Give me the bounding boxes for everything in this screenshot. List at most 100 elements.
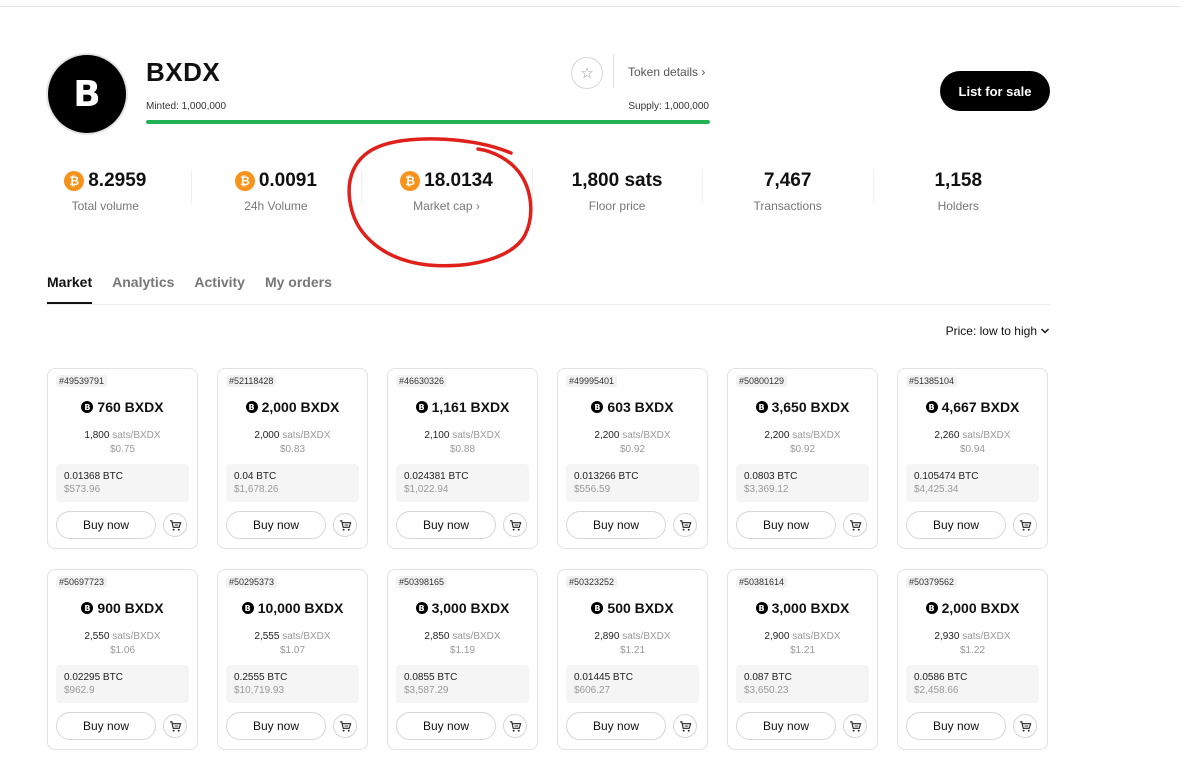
add-to-cart-button[interactable] bbox=[843, 714, 867, 738]
total-price-btc: 0.087 BTC bbox=[744, 672, 792, 683]
amount-text: 2,000 BXDX bbox=[261, 399, 340, 415]
buy-now-button[interactable]: Buy now bbox=[396, 712, 496, 740]
add-to-cart-button[interactable] bbox=[673, 513, 697, 537]
buy-now-button[interactable]: Buy now bbox=[736, 511, 836, 539]
buy-now-button[interactable]: Buy now bbox=[226, 712, 326, 740]
sort-dropdown[interactable]: Price: low to high bbox=[946, 324, 1050, 338]
buy-now-button[interactable]: Buy now bbox=[906, 511, 1006, 539]
inscription-id[interactable]: #50323252 bbox=[566, 576, 618, 588]
tab-activity[interactable]: Activity bbox=[194, 274, 245, 304]
amount-text: 3,650 BXDX bbox=[771, 399, 850, 415]
token-icon: B bbox=[925, 401, 938, 413]
unit-label: sats/BXDX bbox=[792, 430, 841, 441]
buy-now-button[interactable]: Buy now bbox=[56, 712, 156, 740]
total-price-btc: 0.0855 BTC bbox=[404, 672, 458, 683]
buy-now-button[interactable]: Buy now bbox=[226, 511, 326, 539]
buy-now-button[interactable]: Buy now bbox=[566, 511, 666, 539]
inscription-id[interactable]: #50379562 bbox=[906, 576, 958, 588]
listing-card[interactable]: #50697723 B 900 BXDX 2,550 sats/BXDX $1.06 0.… bbox=[47, 569, 198, 750]
add-to-cart-button[interactable] bbox=[1013, 513, 1037, 537]
bitcoin-icon: ₿ bbox=[234, 171, 255, 191]
buy-now-button[interactable]: Buy now bbox=[736, 712, 836, 740]
total-price-btc: 0.0803 BTC bbox=[744, 471, 798, 482]
unit-price: 1,800 sats/BXDX bbox=[48, 430, 197, 441]
amount-text: 1,161 BXDX bbox=[431, 399, 510, 415]
stat-label: Transactions bbox=[753, 199, 822, 213]
cart-icon bbox=[1019, 519, 1031, 531]
add-to-cart-button[interactable] bbox=[163, 714, 187, 738]
stat-value-text: 18.0134 bbox=[424, 170, 493, 191]
token-details-link[interactable]: Token details › bbox=[628, 65, 705, 79]
stat-value: 7,467 bbox=[702, 168, 873, 194]
unit-price-usd: $0.92 bbox=[619, 444, 646, 455]
total-price-btc: 0.01445 BTC bbox=[574, 672, 633, 683]
mint-progress-fill bbox=[146, 120, 710, 124]
unit-label: sats/BXDX bbox=[792, 631, 841, 642]
buy-now-button[interactable]: Buy now bbox=[566, 712, 666, 740]
buy-now-button[interactable]: Buy now bbox=[396, 511, 496, 539]
stat-2[interactable]: ₿ 18.0134 Market cap › bbox=[361, 168, 532, 214]
total-price-box: 0.024381 BTC $1,022.94 bbox=[396, 464, 529, 502]
cart-icon bbox=[169, 519, 181, 531]
listing-card[interactable]: #52118428 B 2,000 BXDX 2,000 sats/BXDX $0.83… bbox=[217, 368, 368, 549]
stat-label: Market cap › bbox=[413, 199, 480, 213]
list-for-sale-button[interactable]: List for sale bbox=[940, 71, 1050, 111]
token-icon: B bbox=[925, 602, 938, 614]
stat-4: 7,467 Transactions bbox=[702, 168, 873, 214]
listing-card[interactable]: #46630326 B 1,161 BXDX 2,100 sats/BXDX $0.88… bbox=[387, 368, 538, 549]
stat-5: 1,158 Holders bbox=[872, 168, 1044, 214]
listing-card[interactable]: #50800129 B 3,650 BXDX 2,200 sats/BXDX $0.92… bbox=[727, 368, 878, 549]
add-to-cart-button[interactable] bbox=[333, 714, 357, 738]
tab-market[interactable]: Market bbox=[47, 274, 93, 304]
unit-price-sats: 2,200 bbox=[594, 430, 620, 441]
inscription-id[interactable]: #52118428 bbox=[226, 375, 277, 387]
listing-card[interactable]: #51385104 B 4,667 BXDX 2,260 sats/BXDX $0.94… bbox=[897, 368, 1048, 549]
inscription-id[interactable]: #49995401 bbox=[566, 375, 618, 387]
total-price-box: 0.013266 BTC $556.59 bbox=[566, 464, 699, 502]
add-to-cart-button[interactable] bbox=[333, 513, 357, 537]
amount-text: 900 BXDX bbox=[97, 600, 164, 616]
inscription-id[interactable]: #50381614 bbox=[736, 576, 788, 588]
unit-label: sats/BXDX bbox=[452, 631, 501, 642]
listing-card[interactable]: #49539791 B 760 BXDX 1,800 sats/BXDX $0.75 0.… bbox=[47, 368, 198, 549]
inscription-id[interactable]: #50398165 bbox=[396, 576, 448, 588]
inscription-id[interactable]: #50697723 bbox=[56, 576, 108, 588]
inscription-id[interactable]: #50295373 bbox=[226, 576, 278, 588]
inscription-id[interactable]: #50800129 bbox=[736, 375, 788, 387]
unit-price-usd: $1.21 bbox=[619, 645, 646, 656]
inscription-id[interactable]: #51385104 bbox=[906, 375, 958, 387]
unit-price-usd: $0.88 bbox=[449, 444, 476, 455]
listing-card[interactable]: #50379562 B 2,000 BXDX 2,930 sats/BXDX $1.22… bbox=[897, 569, 1048, 750]
token-icon: B bbox=[755, 401, 768, 413]
add-to-cart-button[interactable] bbox=[503, 513, 527, 537]
add-to-cart-button[interactable] bbox=[503, 714, 527, 738]
tab-analytics[interactable]: Analytics bbox=[112, 274, 174, 304]
favorite-star-button[interactable]: ☆ bbox=[571, 57, 603, 89]
token-icon: B bbox=[81, 602, 94, 614]
total-price-btc: 0.2555 BTC bbox=[234, 672, 288, 683]
listing-amount: B 1,161 BXDX bbox=[388, 399, 537, 415]
unit-price: 2,555 sats/BXDX bbox=[218, 631, 367, 642]
listing-card[interactable]: #50398165 B 3,000 BXDX 2,850 sats/BXDX $1.19… bbox=[387, 569, 538, 750]
buy-now-button[interactable]: Buy now bbox=[906, 712, 1006, 740]
buy-now-button[interactable]: Buy now bbox=[56, 511, 156, 539]
tab-my-orders[interactable]: My orders bbox=[265, 274, 332, 304]
listing-card[interactable]: #50381614 B 3,000 BXDX 2,900 sats/BXDX $1.21… bbox=[727, 569, 878, 750]
total-price-usd: $10,719.93 bbox=[234, 685, 285, 696]
inscription-id[interactable]: #49539791 bbox=[56, 375, 108, 387]
total-price-box: 0.04 BTC $1,678.26 bbox=[226, 464, 359, 502]
add-to-cart-button[interactable] bbox=[843, 513, 867, 537]
token-icon: B bbox=[415, 602, 428, 614]
stat-value: 1,158 bbox=[873, 168, 1044, 194]
amount-text: 603 BXDX bbox=[607, 399, 674, 415]
listing-card[interactable]: #50323252 B 500 BXDX 2,890 sats/BXDX $1.21 0.… bbox=[557, 569, 708, 750]
unit-price-usd: $0.92 bbox=[789, 444, 816, 455]
inscription-id[interactable]: #46630326 bbox=[396, 375, 448, 387]
listing-card[interactable]: #49995401 B 603 BXDX 2,200 sats/BXDX $0.92 0.… bbox=[557, 368, 708, 549]
add-to-cart-button[interactable] bbox=[163, 513, 187, 537]
add-to-cart-button[interactable] bbox=[1013, 714, 1037, 738]
unit-price: 2,890 sats/BXDX bbox=[558, 631, 707, 642]
add-to-cart-button[interactable] bbox=[673, 714, 697, 738]
amount-text: 3,000 BXDX bbox=[771, 600, 850, 616]
listing-card[interactable]: #50295373 B 10,000 BXDX 2,555 sats/BXDX $1.0… bbox=[217, 569, 368, 750]
